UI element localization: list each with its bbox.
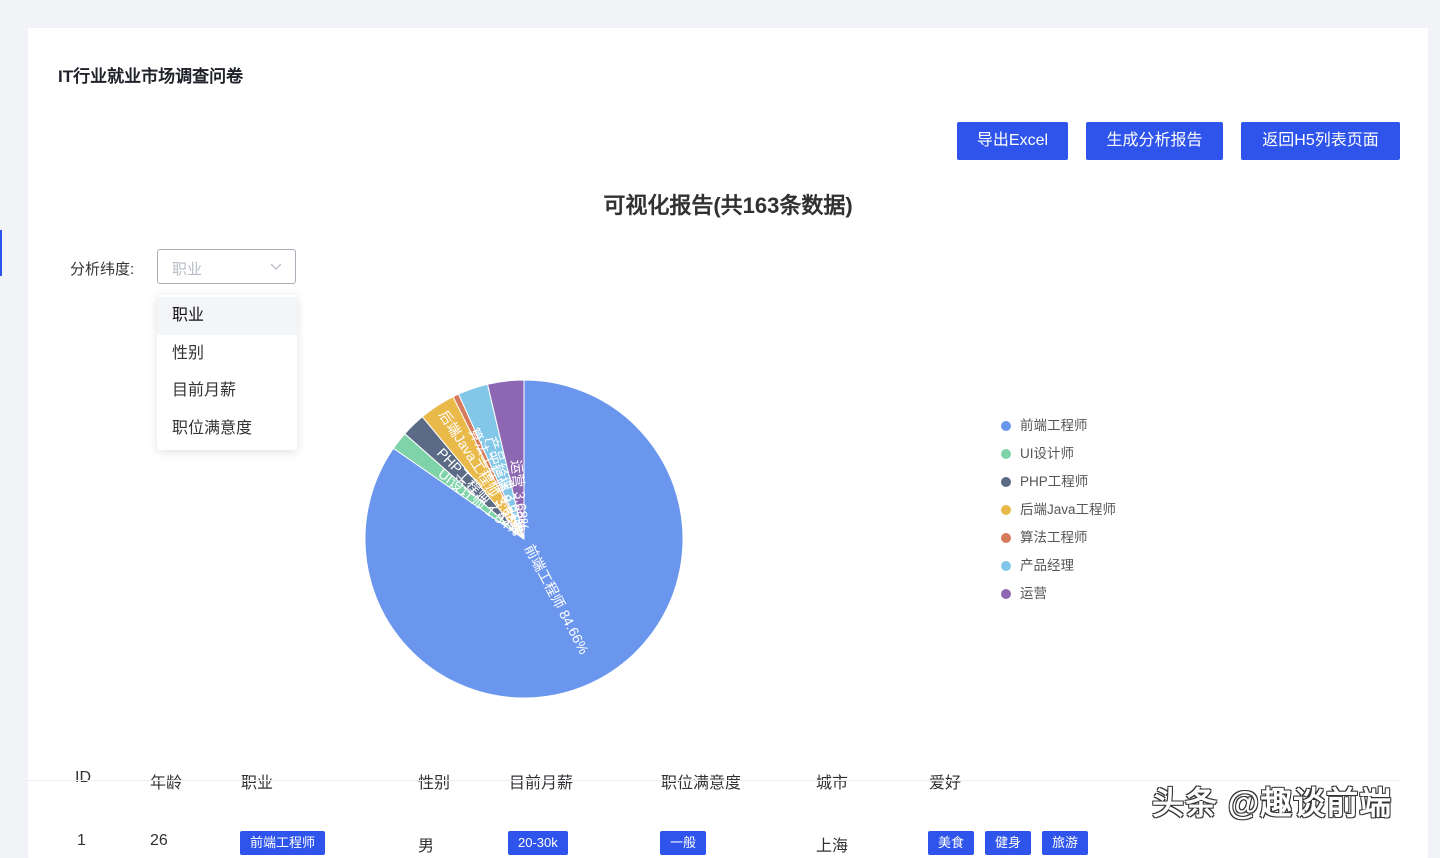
table-header-gender: 性别 — [418, 775, 451, 792]
legend-item-4[interactable]: 算法工程师 — [1001, 528, 1116, 556]
cell-gender: 男 — [418, 838, 435, 855]
page-title: IT行业就业市场调查问卷 — [58, 67, 244, 86]
watermark: 头条 @趣谈前端 — [1152, 785, 1393, 821]
legend-dot-1 — [1001, 449, 1011, 459]
tag-job: 前端工程师 — [240, 831, 326, 855]
legend-item-5[interactable]: 产品经理 — [1001, 556, 1116, 584]
legend-dot-0 — [1001, 421, 1011, 431]
main-card: IT行业就业市场调查问卷 导出Excel 生成分析报告 返回H5列表页面 可视化… — [28, 28, 1428, 858]
cell-city: 上海 — [816, 838, 849, 855]
tag-hobby-1: 美食 — [928, 831, 975, 855]
dimension-select[interactable]: 职业 — [157, 249, 296, 284]
legend-item-1[interactable]: UI设计师 — [1001, 444, 1116, 472]
legend-label-5: 产品经理 — [1020, 558, 1074, 573]
dimension-label: 分析纬度: — [70, 261, 135, 278]
legend-dot-5 — [1001, 561, 1011, 571]
pie-chart-svg: 前端工程师 84.66%UI设计师 1.84%PHP工程师 2.45%后端Jav… — [364, 379, 684, 699]
dropdown-option-salary[interactable]: 目前月薪 — [157, 372, 297, 410]
legend-item-2[interactable]: PHP工程师 — [1001, 472, 1116, 500]
legend-dot-6 — [1001, 589, 1011, 599]
generate-report-button[interactable]: 生成分析报告 — [1086, 122, 1223, 160]
legend-item-3[interactable]: 后端Java工程师 — [1001, 500, 1116, 528]
chevron-down-icon — [270, 263, 282, 270]
legend-label-4: 算法工程师 — [1020, 530, 1088, 545]
table-header-hobbies: 爱好 — [929, 775, 962, 792]
legend-label-0: 前端工程师 — [1020, 418, 1088, 433]
legend-item-0[interactable]: 前端工程师 — [1001, 416, 1116, 444]
cell-age: 26 — [150, 832, 168, 849]
export-excel-button[interactable]: 导出Excel — [957, 122, 1068, 160]
report-title: 可视化报告(共163条数据) — [603, 193, 853, 218]
legend-label-6: 运营 — [1020, 586, 1047, 601]
table-header-job: 职业 — [241, 775, 274, 792]
table-header-id: ID — [75, 769, 91, 786]
chart-legend: 前端工程师 UI设计师 PHP工程师后端Java工程师 算法工程师产品经理运营 — [1001, 416, 1116, 612]
tag-hobby-3: 旅游 — [1042, 831, 1089, 855]
dropdown-option-satisfaction[interactable]: 职位满意度 — [157, 410, 297, 448]
tag-satisfaction: 一般 — [660, 831, 707, 855]
dropdown-option-job[interactable]: 职业 — [157, 297, 297, 335]
back-to-h5-list-button[interactable]: 返回H5列表页面 — [1241, 122, 1400, 160]
table-header-satisfaction: 职位满意度 — [661, 775, 742, 792]
cell-id: 1 — [77, 832, 86, 849]
legend-label-1: UI设计师 — [1020, 446, 1074, 461]
legend-label-3: 后端Java工程师 — [1020, 502, 1117, 517]
table-header-city: 城市 — [816, 775, 849, 792]
legend-label-2: PHP工程师 — [1020, 474, 1089, 489]
legend-dot-3 — [1001, 505, 1011, 515]
table-header-salary: 目前月薪 — [509, 775, 574, 792]
legend-dot-2 — [1001, 477, 1011, 487]
dropdown-option-gender[interactable]: 性别 — [157, 335, 297, 373]
legend-dot-4 — [1001, 533, 1011, 543]
tag-hobby-2: 健身 — [985, 831, 1032, 855]
dimension-select-value: 职业 — [172, 261, 203, 278]
sidebar-active-indicator — [0, 230, 2, 276]
dimension-dropdown: 职业 性别 目前月薪 职位满意度 — [157, 295, 297, 450]
table-header-age: 年龄 — [150, 775, 183, 792]
tag-salary: 20-30k — [508, 831, 568, 855]
pie-chart: 前端工程师 84.66% UI设计师 1.84% PHP工程师 2.45% 后端Jav… — [348, 338, 708, 699]
legend-item-6[interactable]: 运营 — [1001, 584, 1116, 612]
